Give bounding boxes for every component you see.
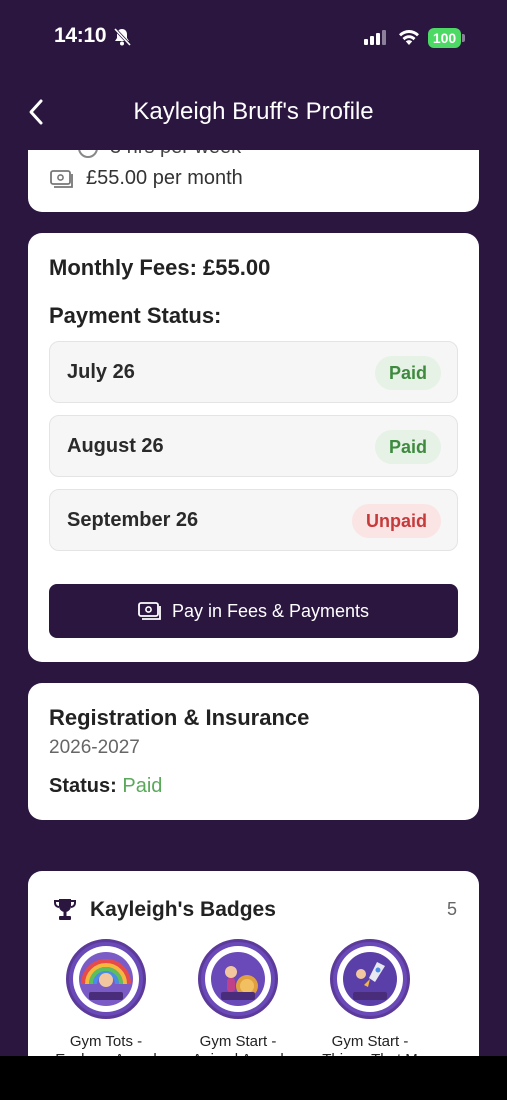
battery-icon: 100 bbox=[428, 28, 461, 48]
bell-off-icon bbox=[113, 27, 132, 47]
payment-status-heading: Payment Status: bbox=[49, 303, 222, 328]
wifi-icon bbox=[399, 29, 419, 45]
hours-row: 3 hrs per week bbox=[78, 150, 241, 159]
money-icon bbox=[138, 602, 161, 620]
badge-name-line: Gym Tots - bbox=[69, 1033, 143, 1050]
registration-card: Registration & Insurance 2026-2027 Statu… bbox=[28, 683, 479, 820]
badges-count: 5 bbox=[446, 899, 457, 919]
badges-title: Kayleigh's Badges bbox=[90, 898, 276, 921]
pay-fees-button[interactable]: Pay in Fees & Payments bbox=[49, 584, 458, 638]
registration-status-value: Paid bbox=[122, 775, 163, 797]
badge-item[interactable]: Gym Start - Things That M bbox=[310, 939, 430, 1069]
badges-header: Kayleigh's Badges bbox=[52, 897, 276, 923]
payment-row: August 26 Paid bbox=[49, 415, 458, 477]
payment-row: July 26 Paid bbox=[49, 341, 458, 403]
pay-fees-label: Pay in Fees & Payments bbox=[171, 600, 370, 621]
status-badge: Paid bbox=[374, 356, 441, 390]
badge-name-line: Gym Start - bbox=[199, 1033, 277, 1050]
status-bar: 14:10 100 bbox=[0, 0, 507, 76]
registration-year: 2026-2027 bbox=[49, 737, 140, 758]
payment-month: September 26 bbox=[67, 509, 199, 531]
payment-month: August 26 bbox=[67, 435, 164, 457]
signal-icon bbox=[364, 30, 386, 45]
page-title: Kayleigh Bruff's Profile bbox=[133, 98, 374, 125]
status-badge: Unpaid bbox=[352, 504, 441, 538]
payment-month: July 26 bbox=[67, 361, 135, 383]
monthly-fee-text: £55.00 per month bbox=[86, 167, 243, 189]
registration-status-label: Status: bbox=[49, 775, 117, 797]
battery-tip bbox=[462, 34, 465, 42]
status-badge: Paid bbox=[374, 430, 441, 464]
home-indicator-bar bbox=[0, 1056, 507, 1100]
training-info-card: 3 hrs per week £55.00 per month bbox=[28, 150, 479, 212]
clock-icon bbox=[78, 150, 98, 158]
status-time: 14:10 bbox=[54, 24, 107, 47]
badge-item[interactable]: Gym Tots - Explorer Award bbox=[46, 939, 166, 1069]
registration-status: Status: Paid bbox=[49, 775, 162, 798]
monthly-fees-title: Monthly Fees: £55.00 bbox=[49, 255, 271, 280]
animal-badge-icon bbox=[198, 939, 278, 1019]
rocket-badge-icon bbox=[330, 939, 410, 1019]
money-icon bbox=[50, 169, 73, 188]
hours-text: 3 hrs per week bbox=[110, 150, 241, 159]
monthly-fees-card: Monthly Fees: £55.00 Payment Status: Jul… bbox=[28, 233, 479, 662]
registration-title: Registration & Insurance bbox=[49, 705, 310, 730]
payment-row: September 26 Unpaid bbox=[49, 489, 458, 551]
badge-name-line: Gym Start - bbox=[331, 1033, 409, 1050]
fee-row: £55.00 per month bbox=[50, 167, 243, 190]
explorer-badge-icon bbox=[66, 939, 146, 1019]
trophy-icon bbox=[54, 899, 76, 920]
badge-item[interactable]: Gym Start - Animal Award bbox=[178, 939, 298, 1069]
